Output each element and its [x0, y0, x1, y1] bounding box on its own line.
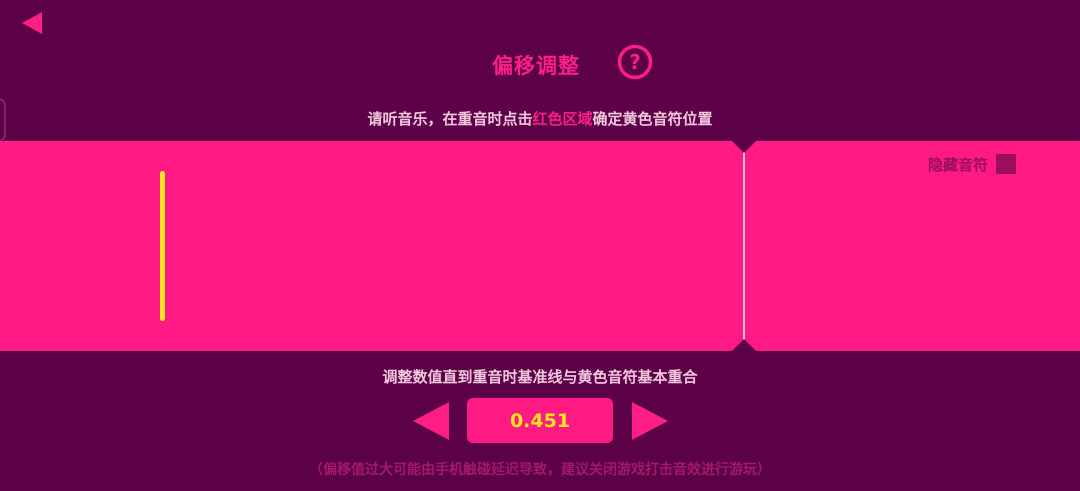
svg-text:?: ? — [629, 50, 641, 74]
tap-area[interactable]: 隐藏音符 — [0, 141, 1080, 351]
instruction-text: 请听音乐，在重音时点击红色区域确定黄色音符位置 — [0, 108, 1080, 129]
baseline-top-marker — [732, 141, 756, 153]
right-triangle-icon — [632, 402, 668, 440]
adjust-hint: 调整数值直到重音时基准线与黄色音符基本重合 — [382, 368, 698, 386]
offset-value-box: 0.451 — [467, 398, 613, 443]
hide-notes-label: 隐藏音符 — [928, 155, 989, 174]
hide-notes-toggle[interactable]: 隐藏音符 — [928, 153, 1017, 175]
header: 偏移调整 ? — [0, 42, 1080, 84]
offset-value: 0.451 — [509, 409, 571, 432]
instruction-suffix: 确定黄色音符位置 — [592, 110, 713, 128]
page-title: 偏移调整 — [492, 54, 580, 78]
instruction-prefix: 请听音乐，在重音时点击 — [367, 110, 533, 128]
left-triangle-icon — [413, 402, 449, 440]
reference-baseline — [743, 141, 745, 351]
back-icon[interactable] — [20, 10, 46, 36]
yellow-note — [160, 171, 165, 321]
instruction-highlight: 红色区域 — [532, 110, 593, 128]
help-icon[interactable]: ? — [617, 44, 653, 80]
increase-offset-button[interactable] — [630, 400, 670, 442]
decrease-offset-button[interactable] — [411, 400, 451, 442]
hide-notes-checkbox[interactable] — [996, 154, 1017, 174]
footnote: （偏移值过大可能由手机触碰延迟导致，建议关闭游戏打击音效进行游玩） — [309, 462, 771, 478]
baseline-bottom-marker — [732, 339, 756, 351]
